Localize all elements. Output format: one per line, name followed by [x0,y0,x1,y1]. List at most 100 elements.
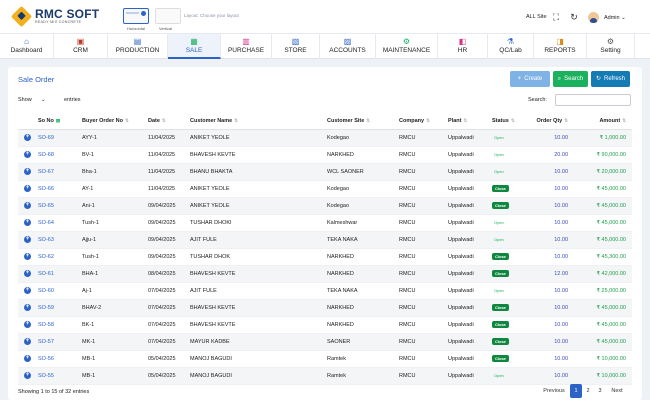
search-input[interactable] [555,94,631,106]
avatar[interactable] [588,12,599,23]
nav-item-sale[interactable]: ▦ SALE [168,34,221,59]
column-header[interactable]: Order Qty ⇅ [526,113,574,130]
sort-icon[interactable]: ⇅ [426,118,430,123]
table-cell[interactable]: SO-60 [36,282,80,300]
brand-logo[interactable]: RMC SOFT READY MIX CONCRETE [10,5,104,28]
table-cell[interactable]: SO-64 [36,214,80,232]
table-cell[interactable]: SO-65 [36,197,80,215]
refresh-icon[interactable]: ↻ [569,12,579,22]
table-row[interactable]: + SO-59 BHAV-2 07/04/2025 BHAVESH KEVTE NARKH… [18,299,632,317]
table-row[interactable]: + SO-57 MK-1 07/04/2025 MAYUR KADBE SAONER RMC… [18,333,632,351]
table-row[interactable]: + SO-63 Ajju-1 09/04/2025 AJIT FULE TEKA NAKA… [18,231,632,249]
column-header[interactable]: Status ⇅ [490,113,526,130]
column-header[interactable]: Plant ⇅ [446,113,490,130]
column-header[interactable]: So No ▤ [36,113,80,130]
expand-row-icon[interactable]: + [24,236,31,243]
column-header[interactable]: Amount ⇅ [574,113,632,130]
user-menu[interactable]: Admin ⌄ [604,15,626,21]
column-header[interactable]: Buyer Order No ⇅ [80,113,146,130]
expand-row-icon[interactable]: + [24,168,31,175]
table-row[interactable]: + SO-68 BV-1 11/04/2025 BHAVESH KEVTE NARKHED… [18,146,632,164]
pagination-previous[interactable]: Previous [540,384,568,398]
expand-row-icon[interactable]: + [24,304,31,311]
table-cell[interactable]: SO-62 [36,248,80,266]
sort-icon[interactable]: ⇅ [463,118,467,123]
nav-item-reports[interactable]: ◨ REPORTS [534,34,587,59]
table-row[interactable]: + SO-60 Aj-1 07/04/2025 AJIT FULE TEKA NAKA RM… [18,282,632,300]
table-cell[interactable]: SO-57 [36,333,80,351]
table-row[interactable]: + SO-69 AYY-1 11/04/2025 ANIKET YEOLE Kodegao… [18,129,632,147]
expand-row-icon[interactable]: + [24,253,31,260]
pagination-page-2[interactable]: 2 [583,384,593,398]
expand-row-icon[interactable]: + [24,287,31,294]
table-cell[interactable]: SO-56 [36,350,80,368]
export-icon[interactable]: ▤ [56,118,60,123]
nav-item-purchase[interactable]: ▥ PURCHASE [221,34,272,59]
pagination-page-3[interactable]: 3 [595,384,605,398]
table-row[interactable]: + SO-65 Ani-1 09/04/2025 ANIKET YEOLE Kodegao… [18,197,632,215]
expand-row-icon[interactable]: + [24,372,31,379]
column-header[interactable]: Company ⇅ [397,113,446,130]
expand-row-icon[interactable]: + [24,151,31,158]
sort-icon[interactable]: ⇅ [511,118,515,123]
status-badge: Close [492,338,509,345]
nav-item-accounts[interactable]: ▨ ACCOUNTS [320,34,376,59]
nav-item-production[interactable]: ▤ PRODUCTION [108,34,168,59]
nav-item-qc-lab[interactable]: ⚗ QC/Lab [488,34,534,59]
pagination-next[interactable]: Next [607,384,627,398]
table-cell[interactable]: SO-63 [36,231,80,249]
search-button[interactable]: ⌕ Search [553,71,588,87]
pagination-page-1[interactable]: 1 [570,384,582,398]
table-row[interactable]: + SO-66 AY-1 11/04/2025 ANIKET YEOLE Kodegao R… [18,180,632,198]
fullscreen-icon[interactable]: ⛶ [551,12,561,22]
layout-horizontal-option[interactable] [123,8,149,24]
expand-row-icon[interactable]: + [24,355,31,362]
table-row[interactable]: + SO-56 MB-1 05/04/2025 MANOJ BAGUDI Ramtek RM… [18,350,632,368]
expand-row-icon[interactable]: + [24,219,31,226]
expand-row-icon[interactable]: + [24,270,31,277]
sort-icon[interactable]: ⇅ [125,118,129,123]
expand-row-icon[interactable]: + [24,134,31,141]
nav-item-store[interactable]: ▧ STORE [272,34,320,59]
refresh-button[interactable]: ↻ Refresh [591,71,630,87]
check-icon [141,11,146,16]
expand-row-icon[interactable]: + [24,185,31,192]
table-row[interactable]: + SO-55 MB-1 05/04/2025 MANOJ BAGUDI Ramtek RM… [18,367,632,385]
layout-vertical-option[interactable] [155,8,181,24]
column-header[interactable]: Customer Site ⇅ [325,113,397,130]
table-cell: BHAVESH KEVTE [188,146,325,164]
page-size-select[interactable]: ⌄ [38,94,62,106]
table-cell[interactable]: SO-55 [36,367,80,385]
table-cell[interactable]: SO-69 [36,129,80,147]
site-selector[interactable]: ALL Site [526,14,547,20]
column-header[interactable]: Customer Name ⇅ [188,113,325,130]
table-cell: BV-1 [80,146,146,164]
sort-icon[interactable]: ⇅ [162,118,166,123]
nav-item-hr[interactable]: ◧ HR [438,34,488,59]
nav-item-dashboard[interactable]: ⌂ Dashboard [0,34,54,59]
sort-icon[interactable]: ⇅ [564,118,568,123]
nav-item-crm[interactable]: ▣ CRM [54,34,108,59]
table-row[interactable]: + SO-62 Tush-1 09/04/2025 TUSHAR DHOK NARKHED… [18,248,632,266]
sort-icon[interactable]: ⇅ [622,118,626,123]
table-cell: Uppalwadi [446,333,490,351]
expand-row-icon[interactable]: + [24,202,31,209]
expand-row-icon[interactable]: + [24,321,31,328]
create-button[interactable]: + Create [510,71,550,87]
table-row[interactable]: + SO-64 Tush-1 09/04/2025 TUSHAR DHOKI Kalmes… [18,214,632,232]
table-cell[interactable]: SO-68 [36,146,80,164]
table-cell[interactable]: SO-67 [36,163,80,181]
expand-row-icon[interactable]: + [24,338,31,345]
table-cell[interactable]: SO-66 [36,180,80,198]
table-cell[interactable]: SO-59 [36,299,80,317]
table-row[interactable]: + SO-58 BK-1 07/04/2025 BHAVESH KEVTE NARKHED… [18,316,632,334]
nav-item-setting[interactable]: ⚙ Setting [587,34,635,59]
table-cell[interactable]: SO-61 [36,265,80,283]
sort-icon[interactable]: ⇅ [366,118,370,123]
column-header[interactable]: Date ⇅ [146,113,188,130]
table-row[interactable]: + SO-61 BHA-1 08/04/2025 BHAVESH KEVTE NARKHE… [18,265,632,283]
table-row[interactable]: + SO-67 Bha-1 11/04/2025 BHANU BHAKTA WCL SAO… [18,163,632,181]
nav-item-maintenance[interactable]: ⚙ MAINTENANCE [376,34,438,59]
table-cell[interactable]: SO-58 [36,316,80,334]
sort-icon[interactable]: ⇅ [234,118,238,123]
